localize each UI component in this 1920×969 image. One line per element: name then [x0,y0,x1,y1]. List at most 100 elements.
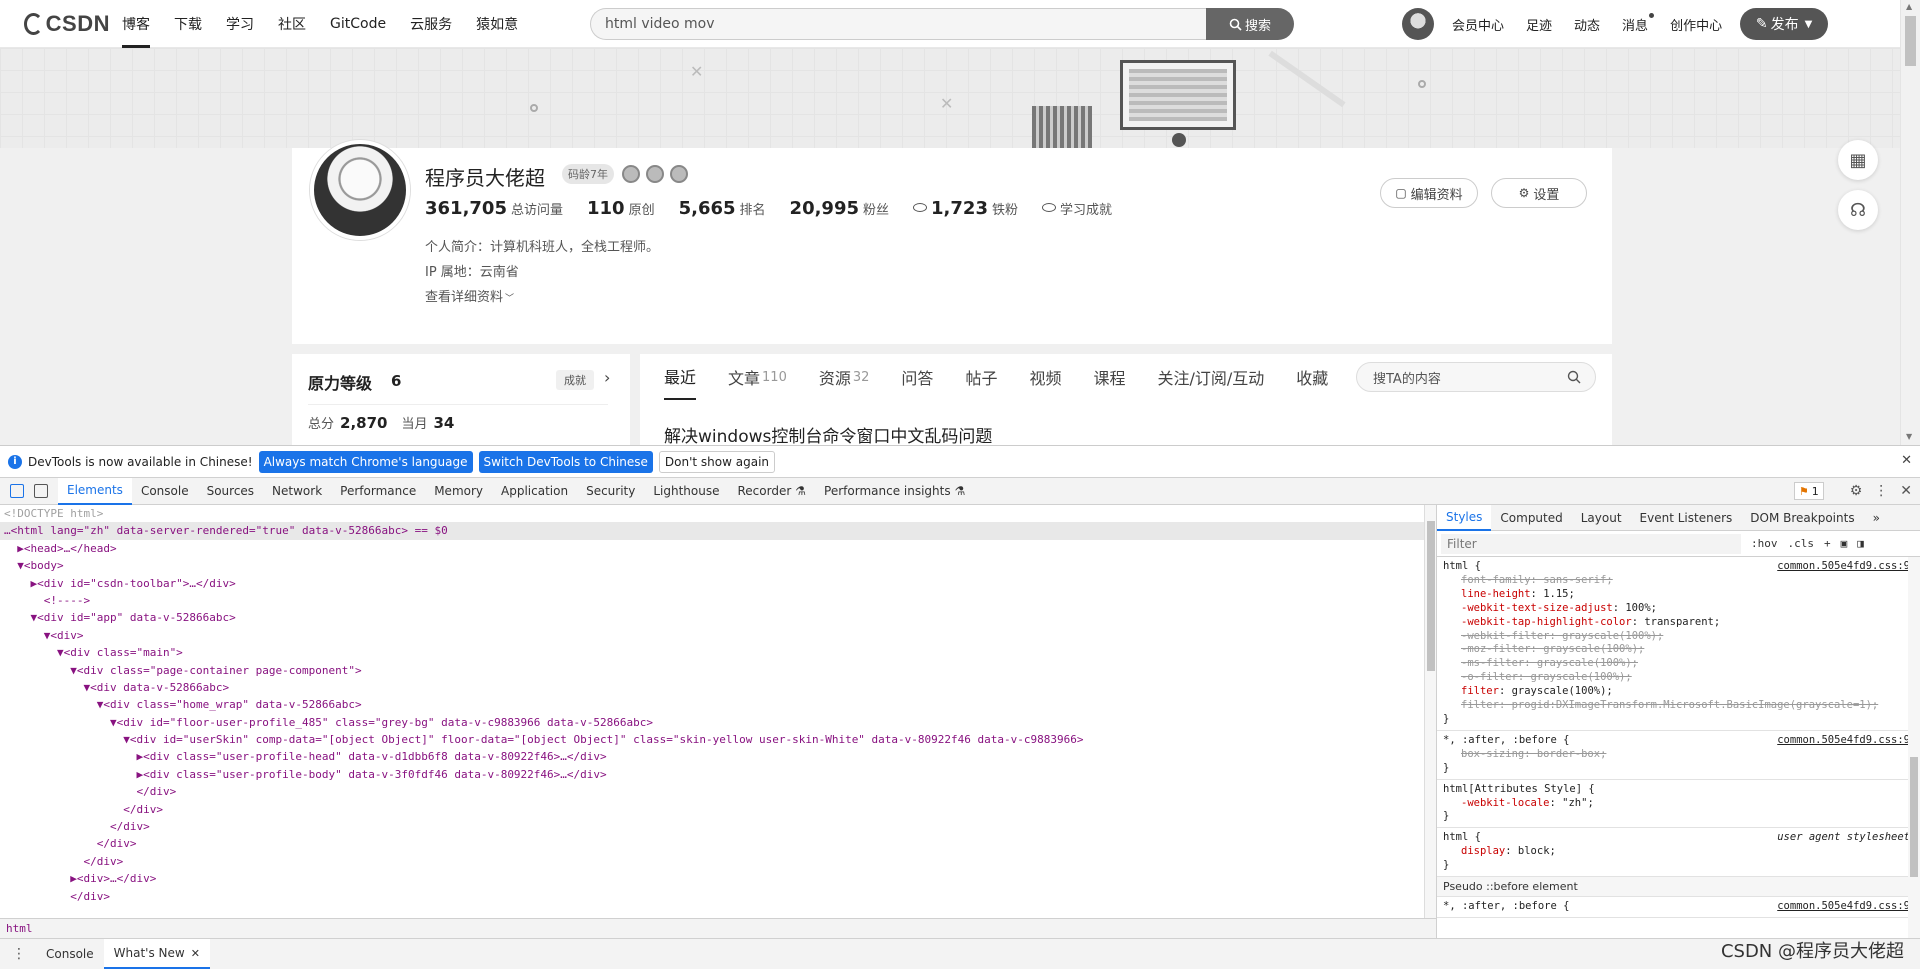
stat-iron-fans[interactable]: 1,723 铁粉 [913,198,1018,219]
css-property[interactable]: font-family: sans-serif; [1443,574,1914,588]
css-property-name[interactable]: -webkit-locale [1461,797,1550,809]
pseudo-style-rule[interactable]: *, :after, :before {common.505e4fd9.css:… [1437,897,1920,918]
css-property[interactable]: -webkit-text-size-adjust: 100%; [1443,602,1914,616]
dom-breadcrumb[interactable]: html [0,918,1436,938]
close-devtools-icon[interactable]: ✕ [1900,483,1912,499]
tab-resources[interactable]: 资源 32 [819,354,870,400]
content-search-input[interactable]: 搜TA的内容 [1356,362,1596,392]
css-property-value[interactable]: : block; [1505,845,1556,857]
css-property-value[interactable]: : "zh"; [1550,797,1594,809]
dom-node-line[interactable]: </div> [0,801,1424,818]
stat-total-views[interactable]: 361,705 总访问量 [425,198,563,219]
css-property-name[interactable]: display [1461,845,1505,857]
creator-center-link[interactable]: 创作中心 [1670,15,1722,34]
dom-node-line[interactable]: ▼<div class="main"> [0,644,1424,661]
medal-icon[interactable] [646,165,664,183]
medal-icon[interactable] [670,165,688,183]
tab-dom-breakpoints[interactable]: DOM Breakpoints [1741,505,1863,531]
messages-link[interactable]: 消息 [1622,12,1655,34]
add-rule-icon[interactable]: + [1824,537,1831,550]
dom-node-line[interactable]: ▼<div class="page-container page-compone… [0,662,1424,679]
css-property-value[interactable]: : grayscale(100%); [1550,630,1664,642]
css-property-value[interactable]: : grayscale(100%); [1499,685,1613,697]
nav-blog[interactable]: 博客 [122,0,150,48]
class-toggle[interactable]: .cls [1788,537,1815,550]
css-property-value[interactable]: : transparent; [1632,616,1721,628]
tab-recorder[interactable]: Recorder ⚗ [729,478,816,505]
tab-styles[interactable]: Styles [1437,505,1492,531]
dont-show-again-button[interactable]: Don't show again [658,450,776,473]
css-property-value[interactable]: : 1.15; [1531,588,1575,600]
css-property[interactable]: line-height: 1.15; [1443,588,1914,602]
more-tabs-icon[interactable]: » [1864,505,1889,531]
rule-source-link[interactable]: common.505e4fd9.css:9 [1777,560,1910,574]
css-property[interactable]: -webkit-filter: grayscale(100%); [1443,630,1914,644]
issues-badge[interactable]: ⚑ 1 [1793,482,1824,500]
article-title-link[interactable]: 解决windows控制台命令窗口中文乱码问题 [664,422,992,445]
tab-favorites[interactable]: 收藏 [1296,354,1328,400]
tab-follow[interactable]: 关注/订阅/互动 [1157,354,1264,400]
sidebar-toggle-icon[interactable]: ◨ [1857,537,1864,550]
style-rule[interactable]: *, :after, :before {common.505e4fd9.css:… [1437,731,1920,780]
dom-node-line[interactable]: </div> [0,835,1424,852]
nav-community[interactable]: 社区 [278,14,306,34]
css-property-value[interactable]: : progid:DXImageTransform.Microsoft.Basi… [1499,699,1878,711]
user-avatar[interactable] [1402,8,1434,40]
dom-node-line[interactable]: ▼<div class="home_wrap" data-v-52866abc> [0,696,1424,713]
tab-courses[interactable]: 课程 [1093,354,1125,400]
css-property[interactable]: display: block; [1443,845,1914,859]
nav-learn[interactable]: 学习 [226,14,254,34]
tab-recent[interactable]: 最近 [664,354,697,400]
css-property[interactable]: filter: grayscale(100%); [1443,685,1914,699]
achievement-tag[interactable]: 成就 [556,370,594,390]
dom-node-line[interactable]: ▼<div id="userSkin" comp-data="[object O… [0,731,1424,748]
css-property[interactable]: filter: progid:DXImageTransform.Microsof… [1443,699,1914,713]
publish-button[interactable]: ✎ 发布 ▼ [1740,8,1829,40]
dom-node-line[interactable]: </div> [0,888,1424,905]
vip-center-link[interactable]: 会员中心 [1452,15,1504,34]
css-property-name[interactable]: -o-filter [1461,671,1518,683]
elements-scrollbar[interactable] [1424,505,1436,918]
close-icon[interactable]: ✕ [1901,453,1912,468]
hover-state-toggle[interactable]: :hov [1751,537,1778,550]
css-property-name[interactable]: line-height [1461,588,1531,600]
rule-source-link[interactable]: user agent stylesheet [1777,831,1910,845]
tab-console[interactable]: Console [132,478,198,505]
dom-node-line[interactable]: <!DOCTYPE html> [0,505,1424,522]
drawer-menu-icon[interactable]: ⋮ [12,946,26,962]
dom-node-line[interactable]: ▼<div data-v-52866abc> [0,679,1424,696]
tab-event-listeners[interactable]: Event Listeners [1631,505,1742,531]
css-property[interactable]: -webkit-tap-highlight-color: transparent… [1443,616,1914,630]
page-scrollbar[interactable]: ▲ ▼ [1900,0,1920,445]
tab-sources[interactable]: Sources [198,478,263,505]
breadcrumb-html[interactable]: html [6,922,33,935]
rule-source-link[interactable]: common.505e4fd9.css:9 [1777,900,1910,914]
styles-filter-input[interactable]: Filter [1441,533,1741,554]
dom-node-line[interactable]: ▼<div> [0,627,1424,644]
css-property-value[interactable]: : 100%; [1613,602,1657,614]
dom-node-line[interactable]: </div> [0,853,1424,870]
scrollbar-thumb[interactable] [1427,521,1435,671]
scroll-up-arrow[interactable]: ▲ [1906,2,1912,11]
css-property-name[interactable]: -moz-filter [1461,643,1531,655]
css-property[interactable]: box-sizing: border-box; [1443,748,1914,762]
css-property-value[interactable]: : grayscale(100%); [1531,643,1645,655]
more-options-icon[interactable]: ⋮ [1874,483,1888,499]
css-property-value[interactable]: : grayscale(100%); [1524,657,1638,669]
qrcode-button[interactable]: ▦ [1838,140,1878,180]
css-property-value[interactable]: : border-box; [1524,748,1606,760]
tab-qa[interactable]: 问答 [901,354,933,400]
css-property-name[interactable]: filter [1461,699,1499,711]
tab-performance-insights[interactable]: Performance insights ⚗ [815,478,974,505]
stat-original[interactable]: 110 原创 [587,198,655,219]
dom-node-line[interactable]: <!----> [0,592,1424,609]
dom-node-line[interactable]: ▶<div>…</div> [0,870,1424,887]
nav-download[interactable]: 下载 [174,14,202,34]
tab-articles[interactable]: 文章 110 [728,354,787,400]
inspect-element-icon[interactable] [10,484,24,498]
chevron-right-icon[interactable]: › [604,368,610,387]
css-property-name[interactable]: -webkit-filter [1461,630,1550,642]
dom-node-line[interactable]: ▶<head>…</head> [0,540,1424,557]
dom-node-line[interactable]: </div> [0,818,1424,835]
css-property-value[interactable]: : sans-serif; [1531,574,1613,586]
